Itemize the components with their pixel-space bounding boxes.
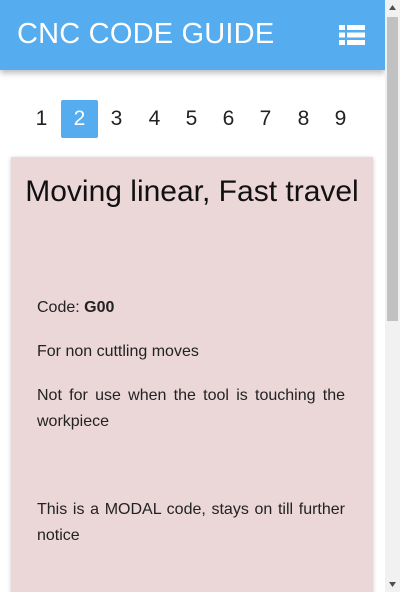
page-link-7[interactable]: 7 bbox=[247, 100, 284, 138]
scrollbar-thumb[interactable] bbox=[387, 17, 398, 321]
arrow-down-icon[interactable] bbox=[385, 577, 400, 592]
list-icon[interactable] bbox=[339, 23, 365, 47]
card-paragraph-3: This is a MODAL code, stays on till furt… bbox=[37, 501, 345, 544]
code-value: G00 bbox=[84, 299, 115, 316]
app-viewport: CNC CODE GUIDE 1 2 3 4 5 6 7 8 9 Moving … bbox=[0, 0, 385, 592]
page-link-4[interactable]: 4 bbox=[136, 100, 173, 138]
page-link-1[interactable]: 1 bbox=[23, 100, 60, 138]
card-title: Moving linear, Fast travel bbox=[25, 175, 359, 208]
page-link-6[interactable]: 6 bbox=[210, 100, 247, 138]
code-line: Code: G00 bbox=[37, 295, 114, 321]
app-bar: CNC CODE GUIDE bbox=[0, 0, 385, 70]
vertical-scrollbar[interactable] bbox=[385, 0, 400, 592]
card-paragraph-2: Not for use when the tool is touching th… bbox=[37, 387, 345, 430]
page-link-9[interactable]: 9 bbox=[322, 100, 359, 138]
app-title: CNC CODE GUIDE bbox=[17, 18, 275, 50]
pagination: 1 2 3 4 5 6 7 8 9 bbox=[0, 100, 385, 140]
page-link-5[interactable]: 5 bbox=[173, 100, 210, 138]
code-label: Code: bbox=[37, 299, 85, 316]
page-link-2-active[interactable]: 2 bbox=[61, 100, 98, 138]
card-paragraph-1: For non cuttling moves bbox=[37, 343, 199, 360]
arrow-up-icon[interactable] bbox=[385, 0, 400, 15]
code-card: Moving linear, Fast travel Code: G00 For… bbox=[11, 157, 373, 592]
page-link-3[interactable]: 3 bbox=[98, 100, 135, 138]
page-link-8[interactable]: 8 bbox=[285, 100, 322, 138]
